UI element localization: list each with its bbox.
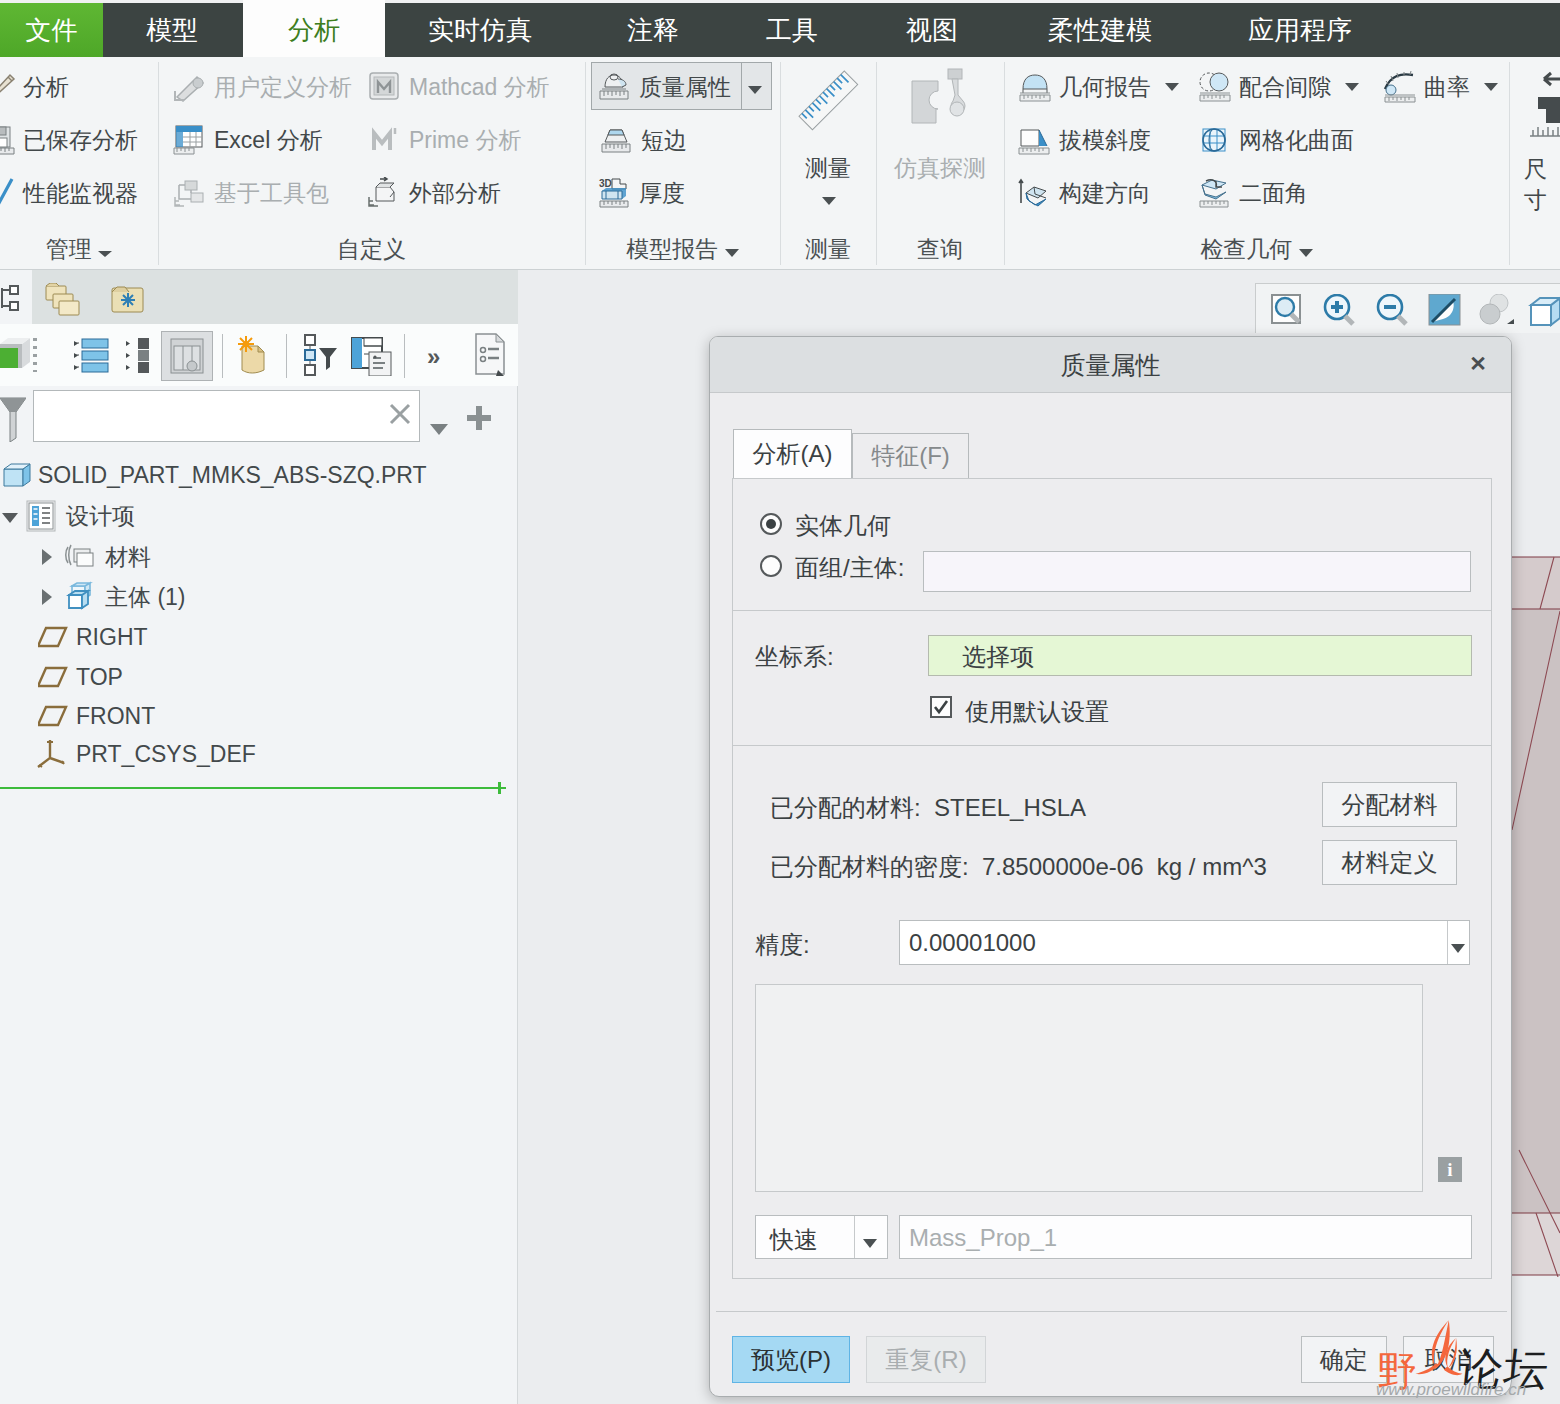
svg-text:3D: 3D	[599, 178, 612, 189]
